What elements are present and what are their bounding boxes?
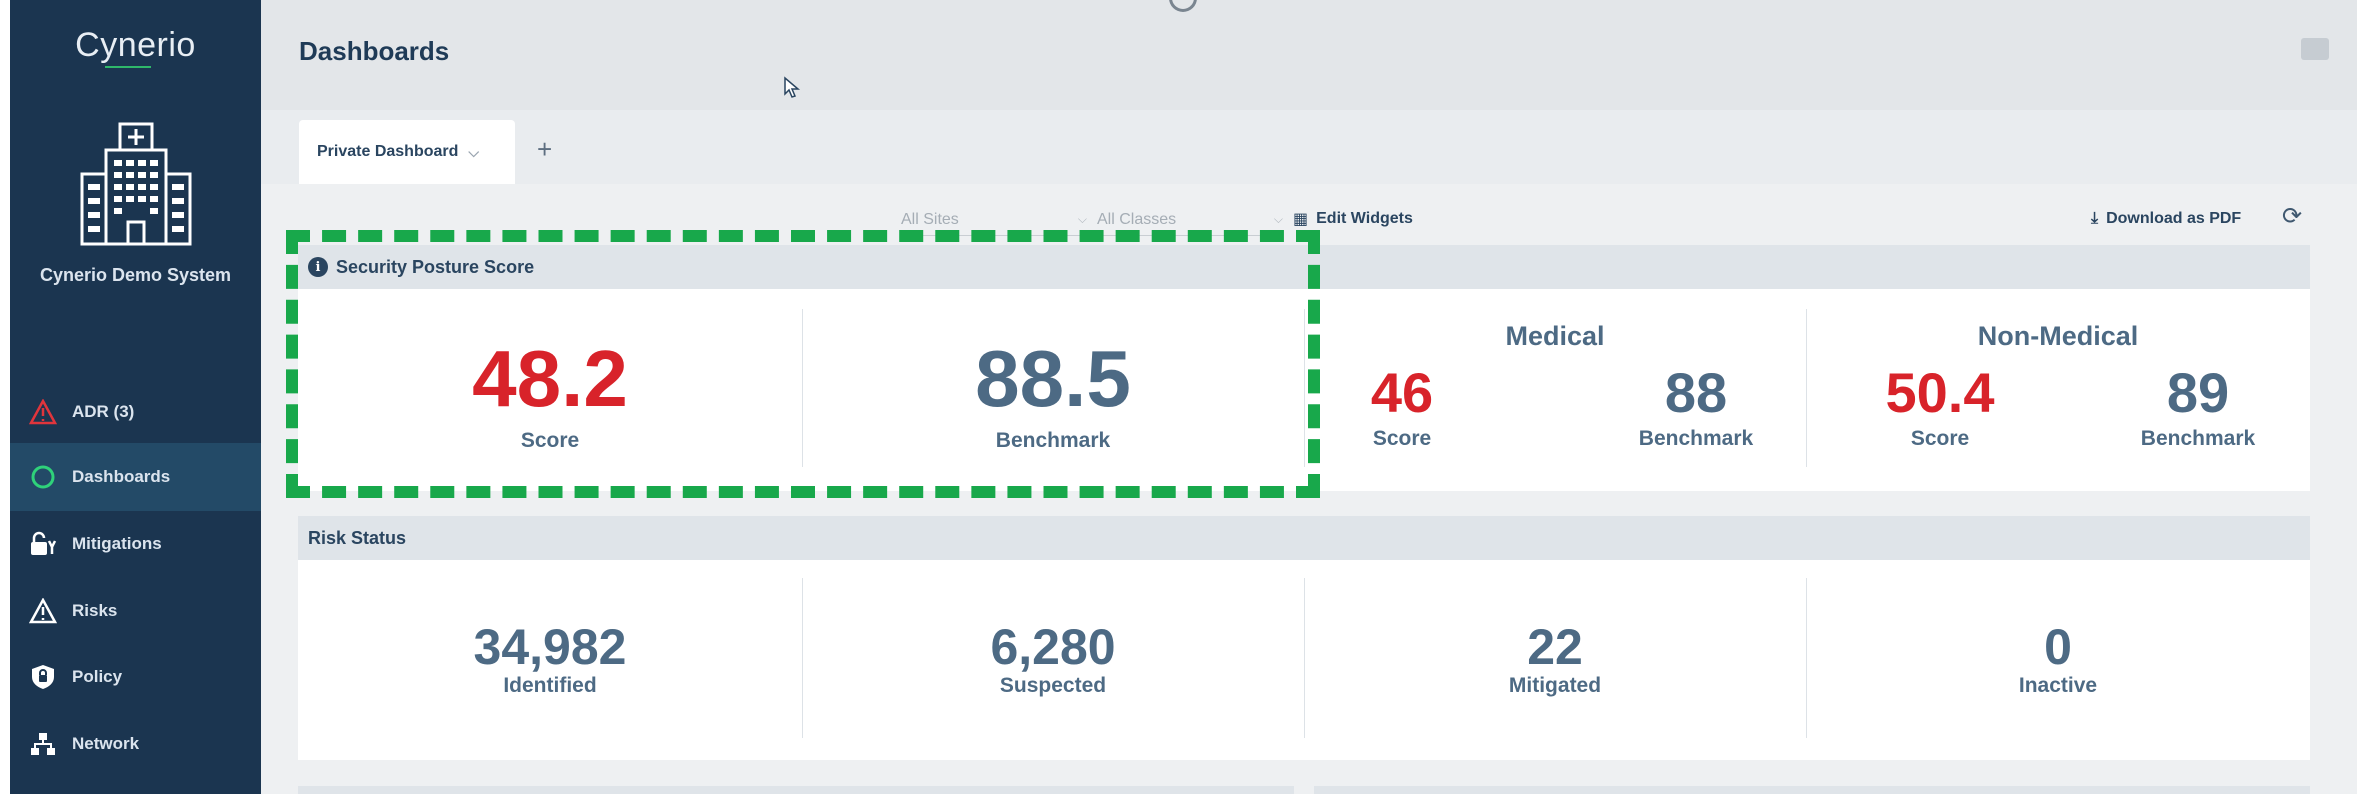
chevron-down-icon: ⌵	[1273, 212, 1283, 226]
medical-benchmark: 88 Benchmark	[1598, 363, 1794, 451]
chevron-down-icon[interactable]: ⌵	[468, 144, 479, 161]
overall-score-label: Score	[520, 429, 580, 452]
hospital-building-icon	[80, 122, 192, 246]
overall-score-value: 48.2	[472, 334, 628, 423]
tab-label: Private Dashboard	[317, 143, 459, 160]
sidebar-item-label: Dashboards	[72, 467, 171, 486]
classes-filter[interactable]: All Classes ⌵	[1097, 204, 1283, 236]
risk-status-title: Risk Status	[308, 527, 407, 548]
sidebar-item-label: ADR (3)	[72, 402, 135, 421]
medical-benchmark-value: 88	[1664, 361, 1728, 424]
app-logo[interactable]: Cynerio	[10, 26, 261, 65]
page-title: Dashboards	[299, 36, 450, 66]
add-tab-button[interactable]: +	[537, 134, 552, 165]
risk-inactive-value: 0	[2044, 619, 2072, 675]
risk-identified-label: Identified	[503, 674, 597, 697]
risk-mitigated-label: Mitigated	[1508, 674, 1602, 697]
alert-triangle-icon	[28, 397, 58, 427]
non-medical-benchmark-label: Benchmark	[2140, 427, 2256, 450]
dashboard-circle-icon	[28, 462, 58, 492]
classes-filter-value: All Classes	[1097, 210, 1177, 228]
top-bar	[261, 0, 2357, 110]
medical-score-label: Score	[1372, 427, 1432, 450]
org-name: Cynerio Demo System	[39, 265, 232, 285]
non-medical-benchmark-value: 89	[2166, 361, 2230, 424]
info-icon[interactable]: i	[308, 257, 328, 277]
non-medical-title: Non-Medical	[1977, 321, 2139, 351]
next-widget-header	[298, 786, 1294, 794]
overall-score: 48.2 Score	[298, 337, 802, 453]
risk-suspected[interactable]: 6,280 Suspected	[802, 620, 1304, 698]
mouse-cursor-icon	[784, 76, 801, 98]
risk-identified-value: 34,982	[473, 619, 627, 675]
security-posture-card: i Security Posture Score 48.2 Score 88.5…	[298, 245, 2310, 491]
risk-status-card: Risk Status 34,982 Identified 6,280 Susp…	[298, 516, 2310, 760]
risk-mitigated[interactable]: 22 Mitigated	[1304, 620, 1806, 698]
sidebar: Cynerio Cynerio Demo System ADR (3) Dash…	[10, 0, 261, 794]
risk-suspected-label: Suspected	[999, 674, 1107, 697]
lock-icon	[28, 529, 58, 559]
risk-mitigated-value: 22	[1527, 619, 1583, 675]
overall-benchmark-value: 88.5	[975, 334, 1131, 423]
non-medical-score-value: 50.4	[1885, 361, 1995, 424]
logo-underline	[105, 66, 151, 68]
sidebar-item-label: Mitigations	[72, 534, 162, 553]
medical-score-value: 46	[1370, 361, 1434, 424]
network-icon	[28, 729, 58, 759]
security-posture-title: Security Posture Score	[336, 256, 535, 277]
risk-inactive-label: Inactive	[2018, 674, 2098, 697]
non-medical-score-label: Score	[1910, 427, 1970, 450]
next-widget-header	[1314, 786, 2310, 794]
overall-benchmark: 88.5 Benchmark	[802, 337, 1304, 453]
sites-filter[interactable]: All Sites ⌵	[901, 204, 1087, 236]
refresh-icon[interactable]: ⟳	[2282, 202, 2302, 231]
widgets-icon: ▦	[1293, 211, 1309, 228]
risk-inactive[interactable]: 0 Inactive	[1806, 620, 2310, 698]
security-posture-header: i Security Posture Score	[298, 245, 2310, 289]
medical-title: Medical	[1505, 321, 1605, 351]
download-icon: ⤓	[2091, 210, 2099, 227]
sites-filter-value: All Sites	[901, 210, 959, 228]
sidebar-item-network[interactable]: Network	[10, 710, 261, 778]
sidebar-item-label: Policy	[72, 667, 123, 686]
risk-identified[interactable]: 34,982 Identified	[298, 620, 802, 698]
sidebar-item-policy[interactable]: Policy	[10, 643, 261, 711]
sidebar-item-mitigations[interactable]: Mitigations	[10, 510, 261, 578]
risk-status-header: Risk Status	[298, 516, 2310, 560]
sidebar-item-adr[interactable]: ADR (3)	[10, 378, 261, 446]
sidebar-item-label: Risks	[72, 601, 118, 620]
shield-icon	[28, 662, 58, 692]
non-medical-score: 50.4 Score	[1840, 363, 2040, 451]
edit-widgets-button[interactable]: ▦ Edit Widgets	[1293, 204, 1413, 234]
overall-benchmark-label: Benchmark	[995, 429, 1111, 452]
medical-benchmark-label: Benchmark	[1638, 427, 1754, 450]
chevron-down-icon: ⌵	[1077, 212, 1087, 226]
warning-icon	[28, 596, 58, 626]
tab-private-dashboard[interactable]: Private Dashboard ⌵	[299, 120, 515, 184]
sidebar-item-dashboards[interactable]: Dashboards	[10, 443, 261, 511]
sidebar-item-label: Network	[72, 734, 140, 753]
edit-widgets-label: Edit Widgets	[1316, 210, 1413, 227]
sidebar-item-risks[interactable]: Risks	[10, 577, 261, 645]
download-pdf-label: Download as PDF	[2106, 210, 2242, 227]
chat-icon[interactable]	[2301, 38, 2329, 60]
medical-score: 46 Score	[1304, 363, 1500, 451]
download-pdf-button[interactable]: ⤓ Download as PDF	[2091, 204, 2241, 234]
non-medical-benchmark: 89 Benchmark	[2098, 363, 2298, 451]
risk-suspected-value: 6,280	[990, 619, 1116, 675]
